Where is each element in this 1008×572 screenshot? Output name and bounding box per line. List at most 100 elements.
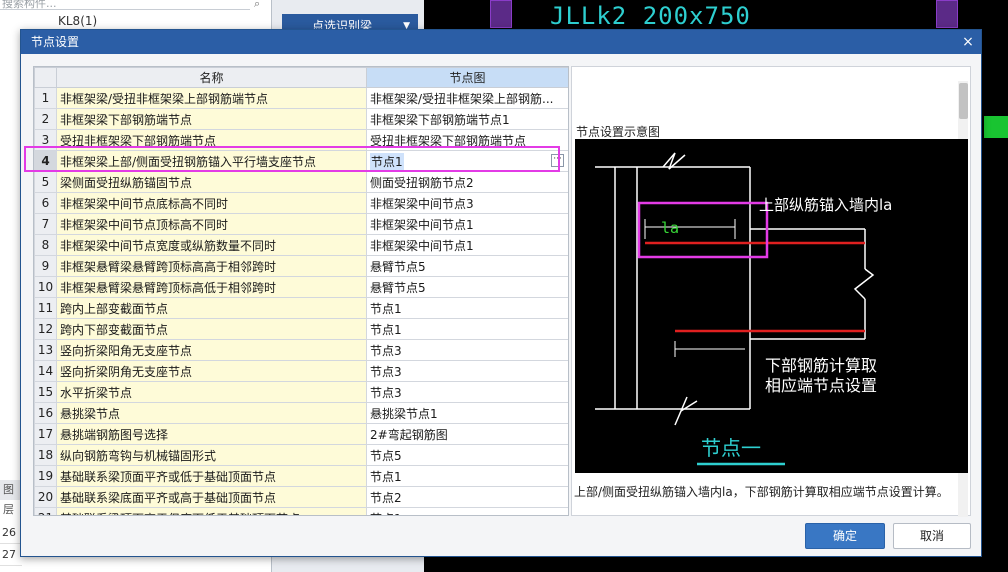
row-node-cell[interactable]: 节点1 [366,465,568,487]
column-header-name[interactable]: 名称 [56,67,367,88]
row-node-cell[interactable]: 悬臂节点5 [366,255,568,277]
row-number[interactable]: 2 [34,108,57,130]
node-picker-button[interactable]: ··· [551,154,564,167]
row-number[interactable]: 7 [34,213,57,235]
grid-row[interactable]: 18 纵向钢筋弯钩与机械锚固形式 节点5 [34,444,568,466]
dialog-title: 节点设置 [31,35,80,49]
row-node-cell[interactable]: 节点1 [366,318,568,340]
node-caption: 节点一 [701,436,761,460]
preview-scroll-thumb[interactable] [959,83,968,119]
row-name-cell[interactable]: 非框架梁中间节点顶标高不同时 [56,213,367,235]
close-button[interactable]: × [955,30,981,54]
grid-row[interactable]: 12 跨内下部变截面节点 节点1 [34,318,568,340]
grid-row[interactable]: 10 非框架悬臂梁悬臂跨顶标高低于相邻跨时 悬臂节点5 [34,276,568,298]
row-name-cell[interactable]: 非框架梁中间节点底标高不同时 [56,192,367,214]
row-node-cell[interactable]: 节点3 [366,339,568,361]
row-node-cell[interactable]: 2#弯起钢筋图 [366,423,568,445]
row-name-cell[interactable]: 悬挑梁节点 [56,402,367,424]
row-node-cell[interactable]: 悬臂节点5 [366,276,568,298]
row-name-cell[interactable]: 竖向折梁阴角无支座节点 [56,360,367,382]
row-node-cell[interactable]: 节点1 [366,507,568,515]
row-number[interactable]: 3 [34,129,57,151]
row-name-cell[interactable]: 受扭非框架梁下部钢筋端节点 [56,129,367,151]
row-number[interactable]: 20 [34,486,57,508]
row-number[interactable]: 14 [34,360,57,382]
row-node-cell[interactable]: 节点1 ··· [366,150,568,172]
row-node-cell[interactable]: 悬挑梁节点1 [366,402,568,424]
row-name-cell[interactable]: 非框架梁/受扭非框架梁上部钢筋端节点 [56,87,367,109]
row-name-cell[interactable]: 基础联系梁底面平齐或高于基础顶面节点 [56,486,367,508]
row-name-cell[interactable]: 非框架梁中间节点宽度或纵筋数量不同时 [56,234,367,256]
row-name-cell[interactable]: 跨内下部变截面节点 [56,318,367,340]
grid-row[interactable]: 16 悬挑梁节点 悬挑梁节点1 [34,402,568,424]
row-number[interactable]: 16 [34,402,57,424]
row-number[interactable]: 19 [34,465,57,487]
row-name-cell[interactable]: 跨内上部变截面节点 [56,297,367,319]
row-node-cell[interactable]: 节点3 [366,381,568,403]
grid-row[interactable]: 1 非框架梁/受扭非框架梁上部钢筋端节点 非框架梁/受扭非框架梁上部钢筋... [34,87,568,109]
row-number[interactable]: 6 [34,192,57,214]
node-settings-grid[interactable]: 名称 节点图 1 非框架梁/受扭非框架梁上部钢筋端节点 非框架梁/受扭非框架梁上部钢… [33,66,569,516]
grid-row[interactable]: 3 受扭非框架梁下部钢筋端节点 受扭非框架梁下部钢筋端节点 [34,129,568,151]
row-number[interactable]: 18 [34,444,57,466]
grid-row[interactable]: 15 水平折梁节点 节点3 [34,381,568,403]
row-name-cell[interactable]: 非框架梁上部/侧面受扭钢筋锚入平行墙支座节点 [56,150,367,172]
row-node-cell[interactable]: 非框架梁下部钢筋端节点1 [366,108,568,130]
row-name-cell[interactable]: 悬挑端钢筋图号选择 [56,423,367,445]
search-icon[interactable]: ⌕ [254,0,260,11]
row-number[interactable]: 4 [34,150,57,172]
row-node-cell[interactable]: 节点3 [366,360,568,382]
grid-row[interactable]: 13 竖向折梁阳角无支座节点 节点3 [34,339,568,361]
row-number[interactable]: 1 [34,87,57,109]
dialog-title-bar[interactable]: 节点设置 × [21,30,981,54]
row-name-cell[interactable]: 非框架梁下部钢筋端节点 [56,108,367,130]
grid-row[interactable]: 7 非框架梁中间节点顶标高不同时 非框架梁中间节点1 [34,213,568,235]
node-diagram-svg: la 上部纵筋锚入墙内la 下部钢筋计算取 相应端节点设置 节点一 [595,152,892,466]
grid-row[interactable]: 6 非框架梁中间节点底标高不同时 非框架梁中间节点3 [34,192,568,214]
grid-row[interactable]: 21基础联系梁顶面高于但底面低于基础顶面节点节点1 [34,507,568,515]
grid-row[interactable]: 19 基础联系梁顶面平齐或低于基础顶面节点 节点1 [34,465,568,487]
row-number[interactable]: 9 [34,255,57,277]
row-number[interactable]: 5 [34,171,57,193]
row-name-cell[interactable]: 非框架悬臂梁悬臂跨顶标高低于相邻跨时 [56,276,367,298]
row-node-cell[interactable]: 非框架梁/受扭非框架梁上部钢筋... [366,87,568,109]
row-name-cell[interactable]: 基础联系梁顶面高于但底面低于基础顶面节点 [56,507,367,515]
grid-row[interactable]: 14 竖向折梁阴角无支座节点 节点3 [34,360,568,382]
row-number[interactable]: 21 [34,507,57,515]
row-node-cell[interactable]: 节点2 [366,486,568,508]
row-node-cell[interactable]: 非框架梁中间节点1 [366,234,568,256]
row-number[interactable]: 8 [34,234,57,256]
cancel-button[interactable]: 取消 [893,523,971,549]
row-name-cell[interactable]: 水平折梁节点 [56,381,367,403]
grid-row[interactable]: 2 非框架梁下部钢筋端节点 非框架梁下部钢筋端节点1 [34,108,568,130]
row-node-cell[interactable]: 非框架梁中间节点1 [366,213,568,235]
row-node-cell[interactable]: 受扭非框架梁下部钢筋端节点 [366,129,568,151]
row-name-cell[interactable]: 纵向钢筋弯钩与机械锚固形式 [56,444,367,466]
row-name-cell[interactable]: 基础联系梁顶面平齐或低于基础顶面节点 [56,465,367,487]
grid-row[interactable]: 4 非框架梁上部/侧面受扭钢筋锚入平行墙支座节点 节点1 ··· [34,150,568,172]
component-search-input[interactable]: 搜索构件... [0,0,250,10]
row-node-cell[interactable]: 节点1 [366,297,568,319]
tree-item-kl8[interactable]: KL8(1) [58,14,97,28]
row-number[interactable]: 17 [34,423,57,445]
grid-row[interactable]: 11 跨内上部变截面节点 节点1 [34,297,568,319]
column-header-node[interactable]: 节点图 [366,67,568,88]
row-node-cell[interactable]: 侧面受扭钢筋节点2 [366,171,568,193]
ok-button[interactable]: 确定 [805,523,885,549]
row-number[interactable]: 10 [34,276,57,298]
grid-row[interactable]: 20 基础联系梁底面平齐或高于基础顶面节点 节点2 [34,486,568,508]
row-name-cell[interactable]: 梁侧面受扭纵筋锚固节点 [56,171,367,193]
grid-row[interactable]: 8 非框架梁中间节点宽度或纵筋数量不同时 非框架梁中间节点1 [34,234,568,256]
row-node-cell[interactable]: 非框架梁中间节点3 [366,192,568,214]
row-number[interactable]: 11 [34,297,57,319]
grid-row[interactable]: 5 梁侧面受扭纵筋锚固节点 侧面受扭钢筋节点2 [34,171,568,193]
grid-row[interactable]: 17 悬挑端钢筋图号选择 2#弯起钢筋图 [34,423,568,445]
row-number[interactable]: 15 [34,381,57,403]
grid-row[interactable]: 9 非框架悬臂梁悬臂跨顶标高高于相邻跨时 悬臂节点5 [34,255,568,277]
row-number[interactable]: 12 [34,318,57,340]
node-edit-value[interactable]: 节点1 [370,152,404,170]
row-name-cell[interactable]: 非框架悬臂梁悬臂跨顶标高高于相邻跨时 [56,255,367,277]
row-name-cell[interactable]: 竖向折梁阳角无支座节点 [56,339,367,361]
row-number[interactable]: 13 [34,339,57,361]
row-node-cell[interactable]: 节点5 [366,444,568,466]
